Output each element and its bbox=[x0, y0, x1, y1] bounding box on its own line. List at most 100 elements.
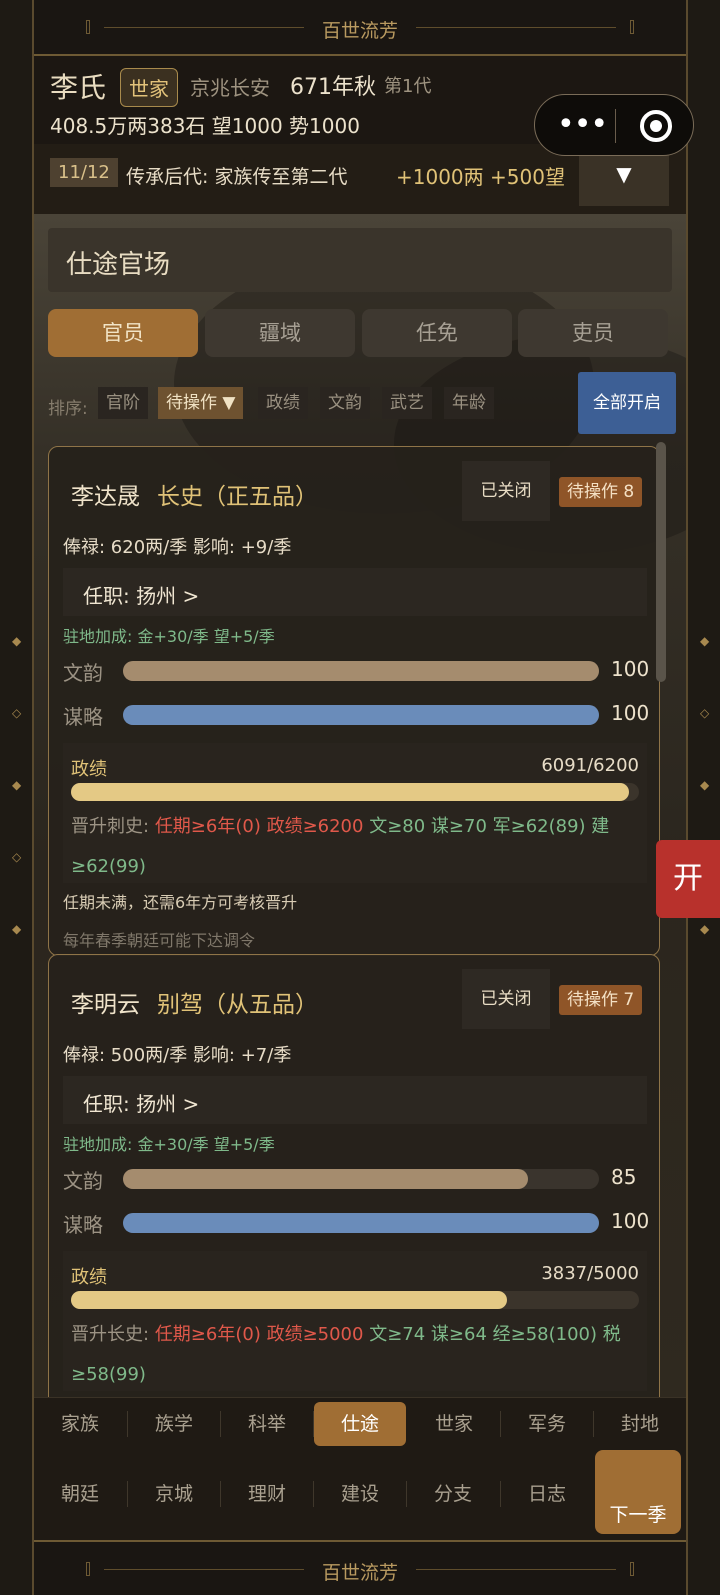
open-side-button[interactable]: 开 bbox=[656, 840, 720, 918]
sort-literary-chip[interactable]: 文韵 bbox=[320, 387, 370, 419]
stat-label: 文韵 bbox=[63, 1169, 103, 1193]
tab-clerks[interactable]: 吏员 bbox=[518, 309, 668, 357]
performance-label: 政绩 bbox=[71, 1267, 107, 1288]
performance-value: 3837/5000 bbox=[541, 1263, 639, 1284]
performance-bar bbox=[71, 1291, 639, 1309]
task-description: 传承后代: 家族传至第二代 bbox=[126, 166, 348, 188]
performance-value: 6091/6200 bbox=[541, 755, 639, 776]
diamond-ornament-icon: ◆ bbox=[12, 778, 22, 792]
requirement-unmet: 任期≥6年(0) 政绩≥5000 bbox=[154, 1324, 364, 1345]
official-name: 李明云 bbox=[71, 992, 140, 1018]
salary-influence: 俸禄: 620两/季 影响: +9/季 bbox=[63, 537, 292, 558]
next-season-button[interactable]: 下一季 bbox=[595, 1450, 681, 1534]
nav-construction[interactable]: 建设 bbox=[314, 1472, 406, 1516]
requirement-prefix: 晋升长史: bbox=[71, 1324, 150, 1345]
tab-bar: 官员 疆域 任免 吏员 bbox=[48, 309, 674, 359]
top-title-bar: 百世流芳 bbox=[34, 0, 686, 56]
nav-finance[interactable]: 理财 bbox=[221, 1472, 313, 1516]
performance-bar bbox=[71, 783, 639, 801]
main-panel: 仕途官场 官员 疆域 任免 吏员 排序: 官阶 待操作 ▼ 政绩 文韵 武艺 年… bbox=[34, 214, 686, 1397]
stat-bar bbox=[123, 1213, 599, 1233]
official-card[interactable]: 李明云 别驾（从五品） 已关闭 待操作 7 俸禄: 500两/季 影响: +7/… bbox=[48, 954, 660, 1397]
nav-clan-school[interactable]: 族学 bbox=[128, 1402, 220, 1446]
nav-exam[interactable]: 科举 bbox=[221, 1402, 313, 1446]
closed-toggle-button[interactable]: 已关闭 bbox=[462, 969, 550, 1029]
decree-note: 每年春季朝廷可能下达调令 bbox=[63, 931, 256, 950]
capsule-divider bbox=[615, 109, 616, 143]
sort-martial-chip[interactable]: 武艺 bbox=[382, 387, 432, 419]
nav-log[interactable]: 日志 bbox=[501, 1472, 593, 1516]
requirement-prefix: 晋升刺史: bbox=[71, 816, 150, 837]
location: 京兆长安 bbox=[190, 76, 270, 100]
stat-value: 100 bbox=[611, 1209, 650, 1233]
app-title-footer: 百世流芳 bbox=[321, 1562, 398, 1584]
post-selector[interactable]: 任职: 扬州 > bbox=[63, 568, 647, 616]
nav-family[interactable]: 家族 bbox=[34, 1402, 126, 1446]
sort-pending-chip[interactable]: 待操作 ▼ bbox=[158, 387, 244, 419]
stat-value: 85 bbox=[611, 1165, 637, 1189]
bottom-title-bar: 百世流芳 bbox=[34, 1540, 686, 1595]
nav-fief[interactable]: 封地 bbox=[594, 1402, 686, 1446]
section-title: 仕途官场 bbox=[48, 228, 672, 292]
pending-badge[interactable]: 待操作 8 bbox=[559, 477, 643, 507]
stat-bar-fill bbox=[123, 705, 599, 725]
diamond-ornament-icon: ◆ bbox=[700, 778, 710, 792]
stat-bar-fill bbox=[123, 1213, 599, 1233]
official-card[interactable]: 李达晟 长史（正五品） 已关闭 待操作 8 俸禄: 620两/季 影响: +9/… bbox=[48, 446, 660, 956]
close-target-icon[interactable] bbox=[640, 110, 672, 142]
diamond-ornament-icon: ◇ bbox=[12, 850, 22, 864]
sort-label: 排序: bbox=[48, 399, 88, 419]
performance-bar-fill bbox=[71, 783, 629, 801]
sort-row: 排序: 官阶 待操作 ▼ 政绩 文韵 武艺 年龄 全部开启 bbox=[48, 372, 676, 434]
bottom-nav: 家族 族学 科举 仕途 世家 军务 封地 朝廷 京城 理财 建设 分支 日志 下… bbox=[34, 1397, 686, 1540]
diamond-ornament-icon: ◆ bbox=[700, 922, 710, 936]
generation: 第1代 bbox=[384, 76, 432, 97]
nav-noble-houses[interactable]: 世家 bbox=[408, 1402, 500, 1446]
performance-box: 政绩 6091/6200 晋升刺史: 任期≥6年(0) 政绩≥6200 文≥80… bbox=[63, 743, 647, 883]
official-position: 别驾（从五品） bbox=[157, 992, 318, 1018]
requirement-unmet: 任期≥6年(0) 政绩≥6200 bbox=[154, 816, 364, 837]
stat-bar bbox=[123, 661, 599, 681]
family-name: 李氏 bbox=[50, 71, 107, 104]
tab-appointment[interactable]: 任免 bbox=[362, 309, 512, 357]
post-selector[interactable]: 任职: 扬州 > bbox=[63, 1076, 647, 1124]
more-icon[interactable]: ••• bbox=[557, 107, 608, 142]
task-count: 11/12 bbox=[50, 158, 118, 187]
mini-program-capsule: ••• bbox=[534, 94, 694, 156]
nav-capital[interactable]: 京城 bbox=[128, 1472, 220, 1516]
salary-influence: 俸禄: 500两/季 影响: +7/季 bbox=[63, 1045, 292, 1066]
diamond-ornament-icon: ◆ bbox=[700, 634, 710, 648]
left-border: ◆ ◇ ◆ ◇ ◆ bbox=[0, 0, 34, 1595]
official-name: 李达晟 bbox=[71, 484, 140, 510]
pending-badge[interactable]: 待操作 7 bbox=[559, 985, 643, 1015]
station-bonus: 驻地加成: 金+30/季 望+5/季 bbox=[63, 1135, 275, 1154]
stat-value: 100 bbox=[611, 701, 650, 725]
tab-officials[interactable]: 官员 bbox=[48, 309, 198, 357]
sort-rank-chip[interactable]: 官阶 bbox=[98, 387, 148, 419]
sort-performance-chip[interactable]: 政绩 bbox=[258, 387, 308, 419]
app-title: 百世流芳 bbox=[321, 20, 398, 42]
promotion-requirements: 晋升刺史: 任期≥6年(0) 政绩≥6200 文≥80 谋≥70 军≥62(89… bbox=[71, 807, 643, 887]
nav-court[interactable]: 朝廷 bbox=[34, 1472, 126, 1516]
stat-bar bbox=[123, 705, 599, 725]
right-border: ◆ ◇ ◆ ◇ ◆ bbox=[686, 0, 720, 1595]
stat-value: 100 bbox=[611, 657, 650, 681]
nav-career[interactable]: 仕途 bbox=[314, 1402, 406, 1446]
diamond-ornament-icon: ◆ bbox=[12, 922, 22, 936]
official-position: 长史（正五品） bbox=[157, 484, 318, 510]
tab-territory[interactable]: 疆域 bbox=[205, 309, 355, 357]
nav-military[interactable]: 军务 bbox=[501, 1402, 593, 1446]
nav-branch[interactable]: 分支 bbox=[407, 1472, 499, 1516]
performance-box: 政绩 3837/5000 晋升长史: 任期≥6年(0) 政绩≥5000 文≥74… bbox=[63, 1251, 647, 1391]
diamond-ornament-icon: ◆ bbox=[12, 634, 22, 648]
scrollbar[interactable] bbox=[656, 442, 666, 682]
stat-label: 文韵 bbox=[63, 661, 103, 685]
task-reward: +1000两 +500望 bbox=[396, 165, 565, 189]
sort-age-chip[interactable]: 年龄 bbox=[444, 387, 494, 419]
performance-label: 政绩 bbox=[71, 759, 107, 780]
open-all-button[interactable]: 全部开启 bbox=[578, 372, 676, 434]
station-bonus: 驻地加成: 金+30/季 望+5/季 bbox=[63, 627, 275, 646]
closed-toggle-button[interactable]: 已关闭 bbox=[462, 461, 550, 521]
tenure-note: 任期未满，还需6年方可考核晋升 bbox=[63, 893, 298, 912]
stat-bar-fill bbox=[123, 661, 599, 681]
